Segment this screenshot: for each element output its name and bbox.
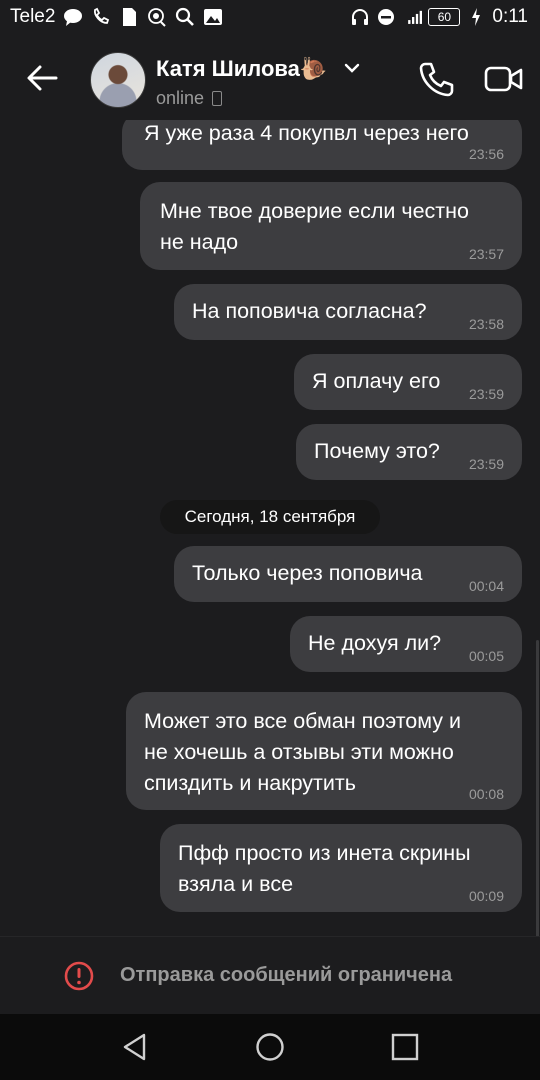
message-bubble[interactable]: Я оплачу его 23:59 [294, 354, 522, 410]
phone-icon [419, 62, 454, 97]
do-not-disturb-icon [376, 7, 396, 27]
contact-status: online [156, 88, 223, 109]
call-button[interactable] [418, 60, 456, 98]
message-time: 23:58 [468, 316, 504, 332]
chat-bubble-icon [63, 7, 83, 27]
video-camera-icon [484, 66, 523, 92]
chat-header: Катя Шилова🐌 online [0, 36, 540, 120]
nav-back-button[interactable] [120, 1032, 150, 1062]
mobile-device-icon [212, 91, 223, 106]
hotspot-icon [147, 7, 167, 27]
message-time: 23:59 [468, 386, 504, 402]
contact-name[interactable]: Катя Шилова🐌 [156, 56, 327, 82]
message-bubble[interactable]: Почему это? 23:59 [296, 424, 522, 480]
message-bubble[interactable]: Мне твое доверие если честно не надо 23:… [140, 182, 522, 270]
message-time: 00:08 [468, 786, 504, 802]
message-time: 23:59 [468, 456, 504, 472]
message-bubble[interactable]: Может это все обман поэтому и не хочешь … [126, 692, 522, 810]
circle-home-icon [256, 1033, 284, 1061]
date-separator: Сегодня, 18 сентября [160, 500, 380, 534]
back-button[interactable] [22, 58, 62, 98]
image-icon [203, 7, 223, 27]
avatar[interactable] [90, 52, 146, 108]
search-icon [175, 7, 195, 27]
navigation-bar [0, 1014, 540, 1080]
signal-icon [402, 7, 423, 27]
wifi-call-icon [91, 7, 111, 27]
restriction-text: Отправка сообщений ограничена [120, 964, 453, 986]
message-time: 00:05 [468, 648, 504, 664]
charging-icon [466, 7, 486, 27]
square-recents-icon [391, 1033, 419, 1061]
scrollbar[interactable] [536, 640, 539, 936]
message-time: 00:09 [468, 888, 504, 904]
message-bubble[interactable]: Не дохуя ли? 00:05 [290, 616, 522, 672]
restriction-banner: Отправка сообщений ограничена [0, 936, 540, 1015]
message-text: Я уже раза 4 покупвл через него [144, 121, 469, 145]
message-time: 00:04 [468, 578, 504, 594]
message-bubble[interactable]: Пфф просто из инета скрины взяла и все 0… [160, 824, 522, 912]
arrow-left-icon [27, 65, 58, 91]
message-text: Может это все обман поэтому и не хочешь … [144, 709, 462, 795]
nav-home-button[interactable] [255, 1032, 285, 1062]
video-call-button[interactable] [484, 62, 524, 96]
triangle-back-icon [123, 1033, 146, 1061]
message-list[interactable]: Я уже раза 4 покупвл через него 23:56 Мн… [0, 120, 540, 936]
sim-card-icon [119, 7, 139, 27]
status-label: online [156, 88, 205, 108]
alert-circle-icon [64, 961, 94, 991]
message-text: Мне твое доверие если честно не надо [160, 199, 469, 254]
carrier-label: Tele2 [10, 6, 56, 27]
nav-recents-button[interactable] [390, 1032, 420, 1062]
clock: 0:11 [492, 6, 528, 27]
chevron-down-icon[interactable] [344, 62, 360, 74]
message-time: 23:57 [468, 246, 504, 262]
headphones-icon [350, 7, 370, 27]
message-bubble[interactable]: Только через поповича 00:04 [174, 546, 522, 602]
message-bubble[interactable]: На поповича согласна? 23:58 [174, 284, 522, 340]
battery-indicator: 60 [428, 8, 461, 26]
message-time: 23:56 [468, 146, 504, 162]
message-bubble[interactable]: Я уже раза 4 покупвл через него 23:56 [122, 120, 522, 170]
status-bar: Tele2 60 0:11 [0, 0, 540, 36]
